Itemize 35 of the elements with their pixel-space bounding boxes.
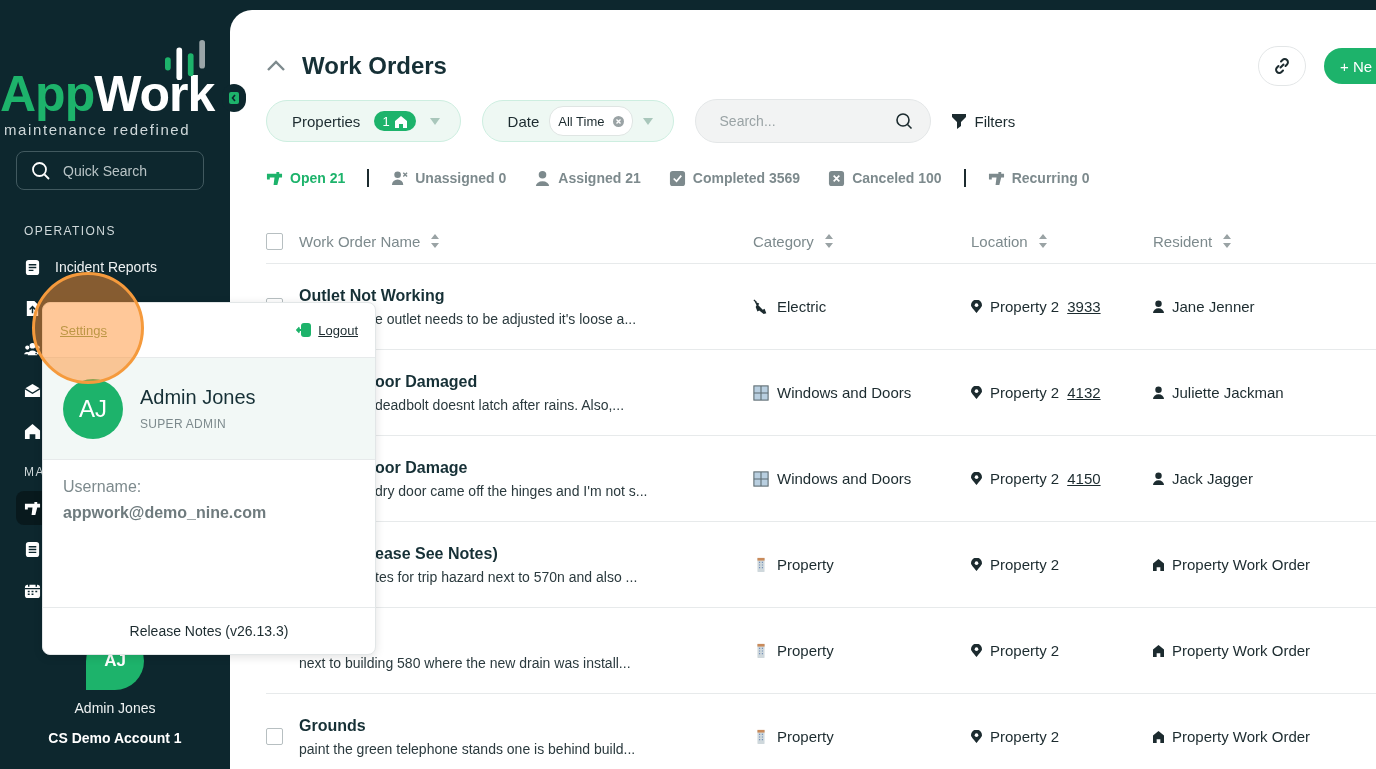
category-label: Property xyxy=(777,556,834,573)
location-name: Property 2 xyxy=(990,384,1060,401)
work-order-description: e outlet needs to be adjusted it's loose a... xyxy=(375,310,637,327)
resident-name: Property Work Order xyxy=(1172,728,1311,745)
category-label: Property xyxy=(777,642,834,659)
user-avatar: AJ xyxy=(63,378,123,439)
location-name: Property 2 xyxy=(990,728,1060,745)
section-heading: OPERATIONS xyxy=(23,224,117,238)
resident-name: Jack Jagger xyxy=(1172,470,1253,487)
location-name: Property 2 xyxy=(990,642,1060,659)
username-label: Username: xyxy=(63,478,143,496)
logo-tagline: maintenance redefined xyxy=(4,121,191,138)
work-order-description: paint the green telephone stands one is behind build... xyxy=(299,740,636,757)
user-role: SUPER ADMIN xyxy=(140,417,227,431)
resident-name: Juliette Jackman xyxy=(1172,384,1284,401)
category-label: Electric xyxy=(777,298,827,315)
user-name: Admin Jones xyxy=(74,700,156,716)
resident-name: Property Work Order xyxy=(1172,642,1311,659)
work-order-description: deadbolt doesnt latch after rains. Also,... xyxy=(375,396,625,413)
work-order-description: tes for trip hazard next to 570n and also ... xyxy=(375,568,638,585)
work-order-description: dry door came off the hinges and I'm not s... xyxy=(375,482,648,499)
resident-name: Jane Jenner xyxy=(1172,298,1255,315)
location-name: Property 2 xyxy=(990,470,1060,487)
username-value: appwork@demo_nine.com xyxy=(63,504,268,522)
work-order-description: next to building 580 where the new drain was install... xyxy=(299,654,631,671)
category-label: Windows and Doors xyxy=(777,470,912,487)
account-name: CS Demo Account 1 xyxy=(48,730,182,746)
location-name: Property 2 xyxy=(990,556,1060,573)
category-label: Windows and Doors xyxy=(777,384,912,401)
logo-wordmark: AppWork xyxy=(0,66,215,122)
resident-name: Property Work Order xyxy=(1172,556,1311,573)
category-label: Property xyxy=(777,728,834,745)
user-name: Admin Jones xyxy=(140,386,256,409)
page-title: Work Orders xyxy=(302,52,447,80)
location-name: Property 2 xyxy=(990,298,1060,315)
